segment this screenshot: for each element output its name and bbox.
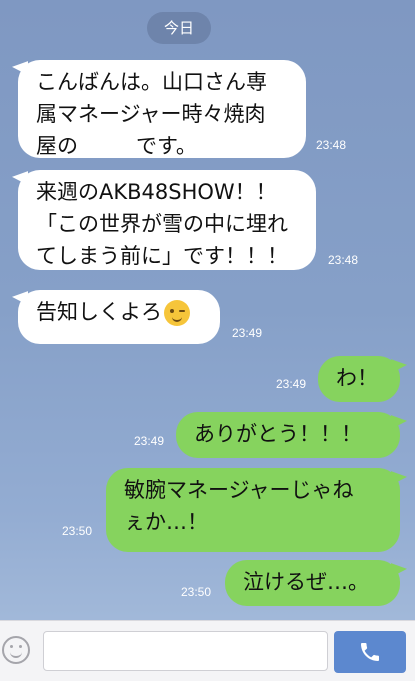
message-line: 屋の です。 bbox=[36, 130, 292, 162]
composer-bar bbox=[0, 620, 415, 681]
date-divider: 今日 bbox=[147, 12, 211, 44]
message-text: ありがとう！！！ bbox=[194, 422, 362, 446]
message-time: 23:50 bbox=[62, 524, 93, 538]
message-line: 「この世界が雪の中に埋れ bbox=[36, 212, 288, 236]
winking-face-icon bbox=[164, 300, 190, 326]
message-input[interactable] bbox=[43, 631, 328, 671]
message-time: 23:48 bbox=[328, 253, 359, 267]
outgoing-message: ありがとう！！！ bbox=[176, 412, 400, 458]
message-line: こんばんは。山口さん専 bbox=[36, 70, 267, 94]
message-time: 23:49 bbox=[232, 326, 263, 340]
message-text: 屋の bbox=[36, 134, 78, 158]
incoming-message: 来週のAKB48SHOW！！ 「この世界が雪の中に埋れ てしまう前に」です！！！ bbox=[18, 170, 316, 270]
message-time: 23:49 bbox=[276, 377, 307, 391]
message-time: 23:50 bbox=[181, 585, 212, 599]
incoming-message: こんばんは。山口さん専 属マネージャー時々焼肉 屋の です。 bbox=[18, 60, 306, 158]
phone-icon bbox=[361, 643, 379, 661]
message-time: 23:49 bbox=[134, 434, 165, 448]
message-line: 敏腕マネージャーじゃね bbox=[124, 478, 354, 502]
message-text: 告知しくよろ bbox=[36, 300, 162, 324]
outgoing-message: 敏腕マネージャーじゃね ぇか…！ bbox=[106, 468, 400, 552]
message-line: 来週のAKB48SHOW！！ bbox=[36, 180, 277, 204]
call-button[interactable] bbox=[334, 631, 406, 673]
message-time: 23:48 bbox=[316, 138, 347, 152]
message-line: 属マネージャー時々焼肉 bbox=[36, 102, 266, 126]
message-text: です。 bbox=[136, 134, 197, 158]
message-line: てしまう前に」です！！！ bbox=[36, 244, 288, 268]
incoming-message: 告知しくよろ bbox=[18, 290, 220, 344]
message-line: ぇか…！ bbox=[124, 510, 208, 534]
outgoing-message: わ！ bbox=[318, 356, 400, 402]
outgoing-message: 泣けるぜ…。 bbox=[225, 560, 400, 606]
redacted-name bbox=[78, 136, 136, 158]
message-text: 泣けるぜ…。 bbox=[243, 570, 369, 594]
message-text: わ！ bbox=[336, 366, 378, 390]
smiley-icon[interactable] bbox=[2, 636, 30, 664]
